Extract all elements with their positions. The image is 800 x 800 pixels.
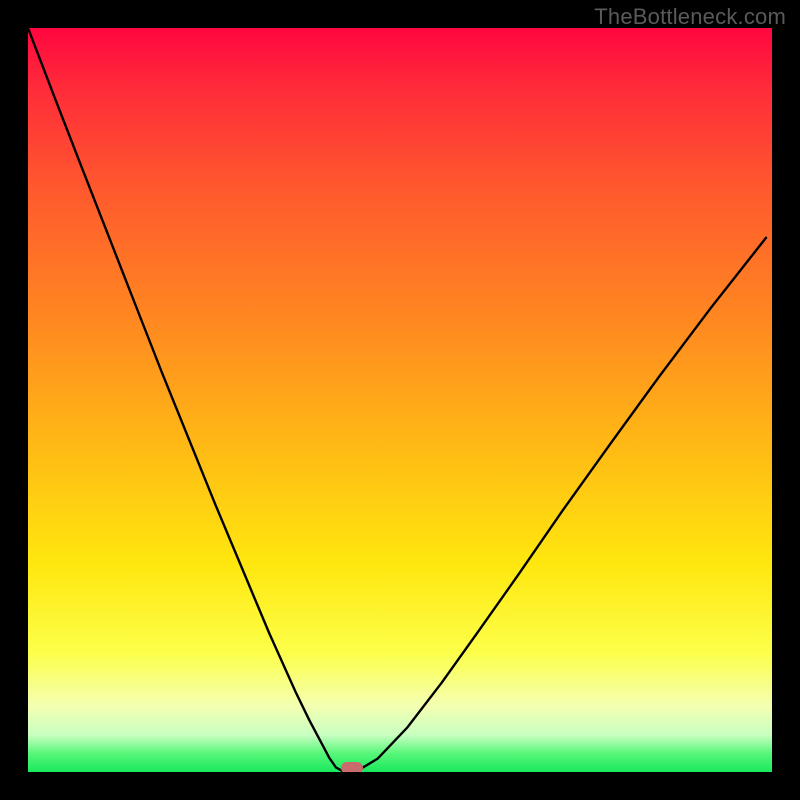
chart-canvas: TheBottleneck.com	[0, 0, 800, 800]
curve-layer	[28, 28, 772, 772]
watermark-text: TheBottleneck.com	[594, 4, 786, 30]
minimum-marker	[341, 762, 363, 772]
bottleneck-curve	[28, 28, 766, 772]
plot-area	[28, 28, 772, 772]
